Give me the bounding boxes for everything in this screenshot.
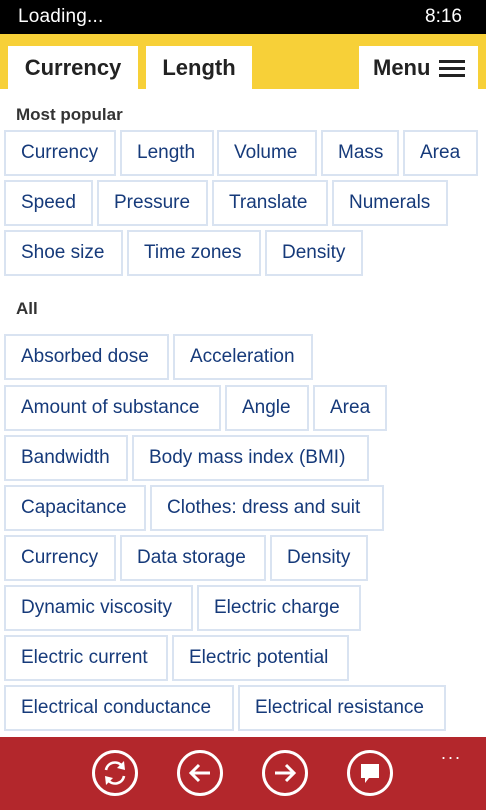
section-title-all: All: [16, 299, 38, 318]
back-button[interactable]: [177, 750, 223, 796]
chip-popular-pressure[interactable]: Pressure: [97, 180, 208, 226]
feedback-button[interactable]: [347, 750, 393, 796]
chip-popular-mass[interactable]: Mass: [321, 130, 399, 176]
chip-density[interactable]: Density: [270, 535, 368, 581]
chip-amount-of-substance[interactable]: Amount of substance: [4, 385, 221, 431]
chip-popular-currency[interactable]: Currency: [4, 130, 116, 176]
refresh-button[interactable]: [92, 750, 138, 796]
chip-popular-volume[interactable]: Volume: [217, 130, 317, 176]
tab-currency-label: Currency: [24, 54, 122, 80]
status-bar: Loading... 8:16: [0, 0, 486, 34]
chip-electric-charge[interactable]: Electric charge: [197, 585, 361, 631]
chip-data-storage[interactable]: Data storage: [120, 535, 266, 581]
chip-electric-current[interactable]: Electric current: [4, 635, 168, 681]
hamburger-icon: [439, 58, 466, 78]
menu-label: Menu: [373, 54, 431, 80]
refresh-icon: [104, 761, 126, 785]
more-options-icon[interactable]: ...: [441, 743, 462, 764]
chip-electrical-resistance[interactable]: Electrical resistance: [238, 685, 446, 731]
chip-area[interactable]: Area: [313, 385, 387, 431]
chip-clothes-dress-and-suit[interactable]: Clothes: dress and suit: [150, 485, 384, 531]
chip-absorbed-dose[interactable]: Absorbed dose: [4, 334, 169, 380]
chip-currency[interactable]: Currency: [4, 535, 116, 581]
chip-popular-shoe-size[interactable]: Shoe size: [4, 230, 123, 276]
back-icon: [188, 763, 210, 783]
chip-popular-density[interactable]: Density: [265, 230, 363, 276]
chip-acceleration[interactable]: Acceleration: [173, 334, 313, 380]
status-time: 8:16: [425, 6, 462, 27]
chip-popular-length[interactable]: Length: [120, 130, 214, 176]
chip-popular-time-zones[interactable]: Time zones: [127, 230, 261, 276]
chip-body-mass-index[interactable]: Body mass index (BMI): [132, 435, 369, 481]
menu-button[interactable]: Menu: [359, 46, 478, 89]
chip-electrical-conductance[interactable]: Electrical conductance: [4, 685, 234, 731]
forward-icon: [275, 763, 297, 783]
tab-length[interactable]: Length: [146, 46, 252, 89]
chip-popular-numerals[interactable]: Numerals: [332, 180, 448, 226]
app-bar: ...: [0, 737, 486, 810]
section-title-most-popular: Most popular: [16, 105, 123, 124]
chip-angle[interactable]: Angle: [225, 385, 309, 431]
chip-popular-area[interactable]: Area: [403, 130, 478, 176]
status-loading-text: Loading...: [18, 6, 104, 27]
feedback-icon: [361, 764, 379, 783]
chip-electric-potential[interactable]: Electric potential: [172, 635, 349, 681]
tab-bar: Currency Length Menu: [0, 34, 486, 89]
converter-list[interactable]: Most popular Currency Length Volume Mass…: [0, 89, 486, 737]
chip-popular-translate[interactable]: Translate: [212, 180, 328, 226]
chip-capacitance[interactable]: Capacitance: [4, 485, 146, 531]
tab-currency[interactable]: Currency: [8, 46, 138, 89]
chip-bandwidth[interactable]: Bandwidth: [4, 435, 128, 481]
forward-button[interactable]: [262, 750, 308, 796]
chip-popular-speed[interactable]: Speed: [4, 180, 93, 226]
tab-length-label: Length: [162, 54, 236, 80]
chip-dynamic-viscosity[interactable]: Dynamic viscosity: [4, 585, 193, 631]
